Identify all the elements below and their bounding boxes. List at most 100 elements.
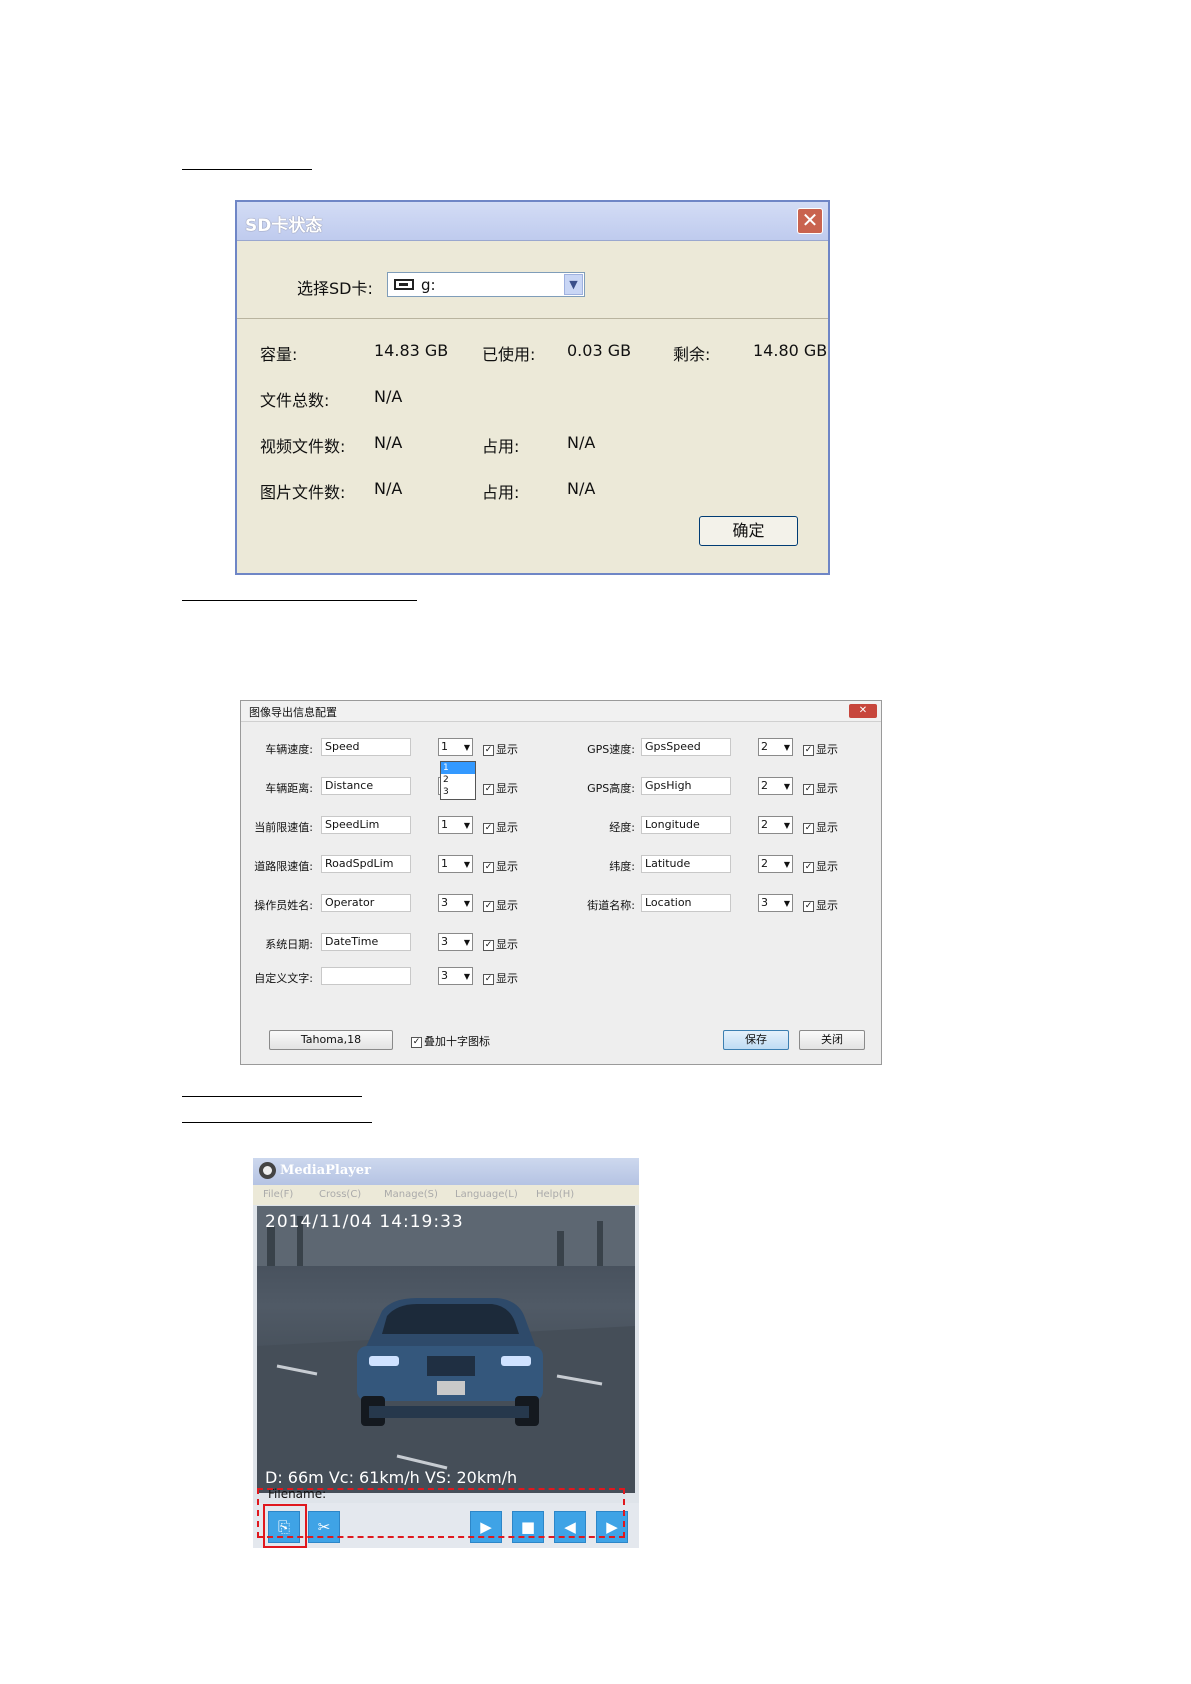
line-number-select[interactable]: 2 ▼: [758, 816, 793, 834]
show-checkbox[interactable]: ✓ 显示: [483, 897, 518, 913]
line-number-value: 2: [761, 779, 768, 792]
line-number-select[interactable]: 1▼: [438, 738, 473, 756]
field-name-input[interactable]: Operator: [321, 894, 411, 912]
show-checkbox[interactable]: ✓ 显示: [483, 970, 518, 986]
heading-underline-1: [182, 169, 312, 170]
line-number-select[interactable]: 3 ▼: [438, 894, 473, 912]
car-illustration: [357, 1298, 543, 1426]
dropdown-option[interactable]: 3: [441, 786, 475, 798]
field-name-input[interactable]: Longitude: [641, 816, 731, 834]
show-checkbox[interactable]: ✓ 显示: [803, 741, 838, 757]
chevron-down-icon: ▼: [463, 899, 470, 908]
dropdown-option[interactable]: 2: [441, 774, 475, 786]
player-title: MediaPlayer: [280, 1163, 371, 1178]
field-name-input[interactable]: [321, 967, 411, 985]
checkbox-icon: ✓: [483, 939, 494, 951]
used-value: 0.03 GB: [567, 341, 632, 360]
field-label: 街道名称:: [587, 899, 635, 912]
show-label: 显示: [816, 860, 838, 873]
chevron-down-icon: ▼: [463, 860, 470, 869]
font-button[interactable]: Tahoma,18: [269, 1030, 393, 1050]
save-button[interactable]: 保存: [723, 1030, 789, 1050]
show-checkbox[interactable]: ✓ 显示: [483, 936, 518, 952]
field-label: GPS高度:: [587, 782, 635, 795]
field-label: GPS速度:: [587, 743, 635, 756]
field-name-input[interactable]: Speed: [321, 738, 411, 756]
line-number-select[interactable]: 1▼: [438, 816, 473, 834]
drive-icon: [394, 279, 414, 290]
menu-manage[interactable]: Manage(S): [384, 1189, 438, 1200]
field-name-input[interactable]: GpsHigh: [641, 777, 731, 795]
image-export-config-dialog: 图像导出信息配置 ✕ 车辆速度:Speed1▼✓显示车辆距离:Distance1…: [240, 700, 882, 1065]
menu-cross[interactable]: Cross(C): [319, 1189, 361, 1200]
chevron-down-icon: ▼: [783, 782, 790, 791]
chevron-down-icon: ▼: [463, 821, 470, 830]
dropdown-option[interactable]: 1: [441, 762, 475, 774]
line-number-select[interactable]: 1▼: [438, 855, 473, 873]
crosshair-checkbox[interactable]: ✓ 叠加十字图标: [411, 1033, 490, 1049]
checkbox-icon: ✓: [411, 1036, 422, 1048]
show-checkbox[interactable]: ✓ 显示: [483, 741, 518, 757]
close-button[interactable]: ✕: [797, 208, 823, 234]
field-name-input[interactable]: Location: [641, 894, 731, 912]
show-checkbox[interactable]: ✓ 显示: [483, 819, 518, 835]
chevron-down-icon: ▼: [783, 743, 790, 752]
close-dialog-button[interactable]: 关闭: [799, 1030, 865, 1050]
field-name-input[interactable]: DateTime: [321, 933, 411, 951]
chevron-down-icon[interactable]: ▼: [564, 274, 583, 295]
show-label: 显示: [816, 899, 838, 912]
line-number-select[interactable]: 2 ▼: [758, 855, 793, 873]
field-label: 系统日期:: [265, 938, 313, 951]
field-name-input[interactable]: Latitude: [641, 855, 731, 873]
field-name-input[interactable]: Distance: [321, 777, 411, 795]
ok-button[interactable]: 确定: [699, 516, 798, 546]
heading-underline-2: [182, 600, 417, 601]
show-label: 显示: [816, 821, 838, 834]
field-label: 当前限速值:: [254, 821, 313, 834]
sd-card-select[interactable]: g: ▼: [387, 272, 585, 297]
show-label: 显示: [496, 938, 518, 951]
divider: [237, 318, 828, 319]
show-label: 显示: [496, 899, 518, 912]
close-button[interactable]: ✕: [849, 704, 877, 718]
checkbox-icon: ✓: [483, 973, 494, 985]
show-checkbox[interactable]: ✓ 显示: [803, 780, 838, 796]
line-number-select[interactable]: 3 ▼: [758, 894, 793, 912]
line-number-value: 2: [761, 857, 768, 870]
total-files-label: 文件总数:: [260, 391, 330, 410]
checkbox-icon: ✓: [483, 783, 494, 795]
line-number-value: 1: [441, 740, 448, 753]
line-number-select[interactable]: 3 ▼: [438, 967, 473, 985]
show-checkbox[interactable]: ✓ 显示: [803, 897, 838, 913]
line-number-select[interactable]: 2 ▼: [758, 777, 793, 795]
field-label: 经度:: [609, 821, 635, 834]
menu-help[interactable]: Help(H): [536, 1189, 574, 1200]
menu-language[interactable]: Language(L): [455, 1189, 518, 1200]
chevron-down-icon: ▼: [463, 938, 470, 947]
checkbox-icon: ✓: [803, 900, 814, 912]
show-checkbox[interactable]: ✓ 显示: [483, 780, 518, 796]
show-checkbox[interactable]: ✓ 显示: [803, 819, 838, 835]
video-files-label: 视频文件数:: [260, 437, 346, 456]
remaining-value: 14.80 GB: [753, 341, 828, 360]
line-dropdown-list[interactable]: 1 2 3: [440, 761, 476, 800]
show-checkbox[interactable]: ✓ 显示: [803, 858, 838, 874]
heading-underline-3: [182, 1096, 362, 1097]
chevron-down-icon: ▼: [463, 743, 470, 752]
chevron-down-icon: ▼: [463, 972, 470, 981]
line-number-select[interactable]: 2 ▼: [758, 738, 793, 756]
field-name-input[interactable]: RoadSpdLim: [321, 855, 411, 873]
dialog-titlebar: SD卡状态 ✕: [237, 202, 828, 241]
field-name-input[interactable]: GpsSpeed: [641, 738, 731, 756]
video-occupy-value: N/A: [567, 433, 596, 452]
controls-highlight-box: [257, 1488, 625, 1538]
show-label: 显示: [496, 972, 518, 985]
export-button-highlight-box: [263, 1504, 307, 1548]
menu-file[interactable]: File(F): [263, 1189, 293, 1200]
line-number-select[interactable]: 3 ▼: [438, 933, 473, 951]
field-name-input[interactable]: SpeedLim: [321, 816, 411, 834]
show-checkbox[interactable]: ✓ 显示: [483, 858, 518, 874]
timestamp-overlay: 2014/11/04 14:19:33: [265, 1212, 464, 1232]
media-player-window: MediaPlayer File(F) Cross(C) Manage(S) L…: [253, 1158, 639, 1548]
remaining-label: 剩余:: [673, 345, 711, 364]
